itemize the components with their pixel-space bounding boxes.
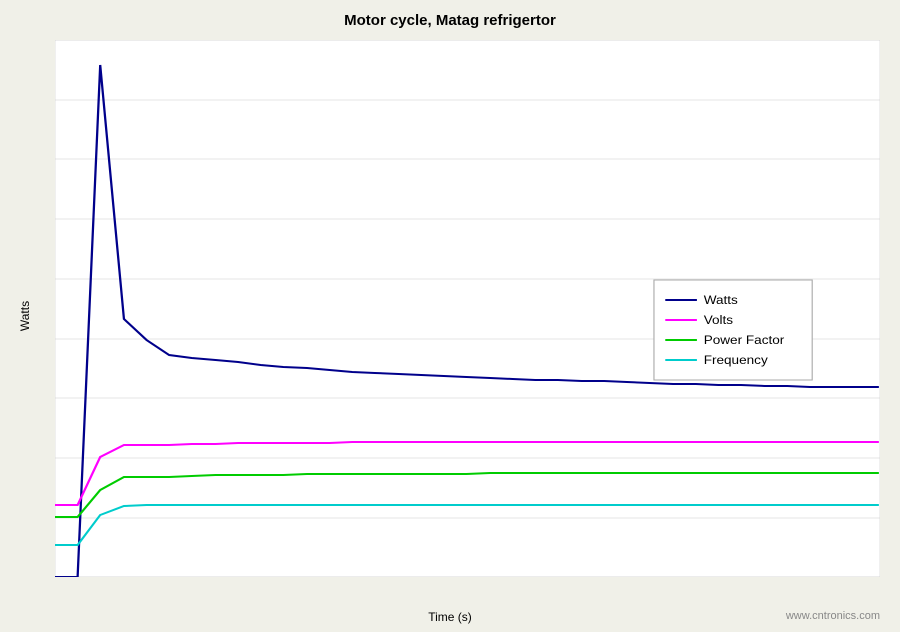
y-axis-label: Watts: [18, 301, 32, 331]
chart-title: Motor cycle, Matag refrigertor: [0, 0, 900, 29]
chart-container: Motor cycle, Matag refrigertor Watts 0 1…: [0, 0, 900, 632]
svg-text:Frequency: Frequency: [704, 353, 769, 367]
svg-text:Watts: Watts: [704, 293, 738, 307]
chart-svg: 0 100 200 300 400 500 600 700 800 900 1 …: [55, 40, 880, 577]
svg-text:Power Factor: Power Factor: [704, 333, 785, 347]
x-axis-label: Time (s): [428, 610, 472, 624]
svg-text:Volts: Volts: [704, 313, 733, 327]
watermark: www.cntronics.com: [786, 610, 880, 622]
